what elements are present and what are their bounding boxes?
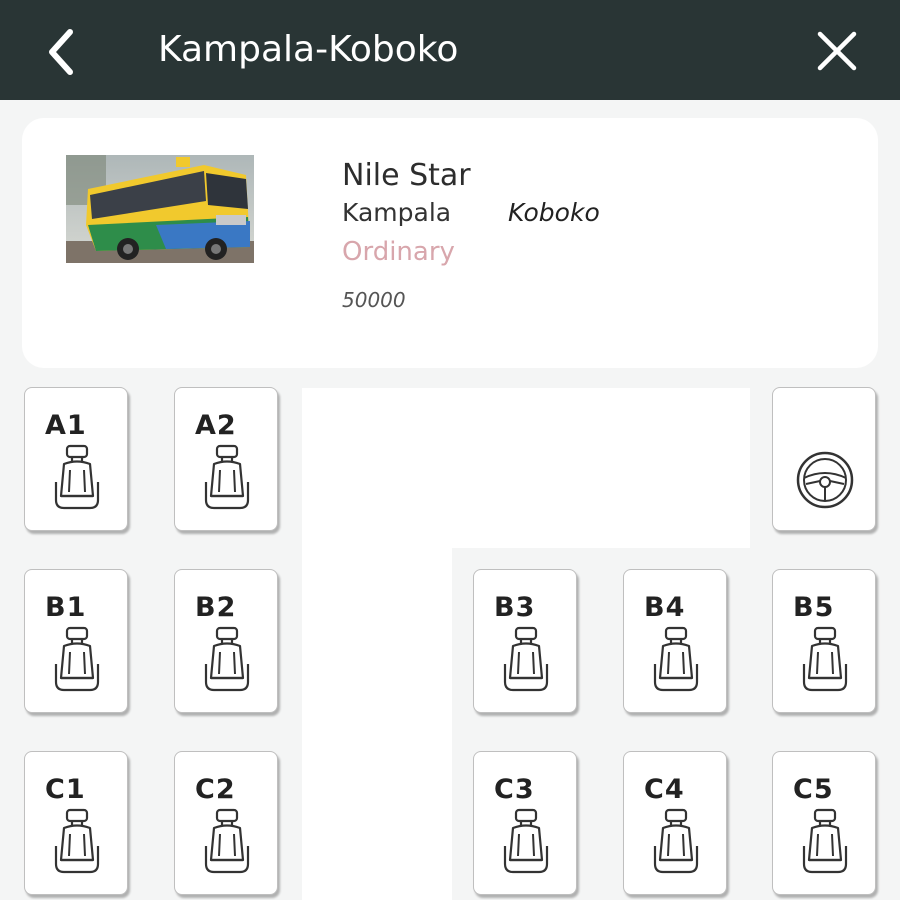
car-seat-icon — [802, 626, 848, 692]
operator-name: Nile Star — [342, 158, 471, 193]
car-seat-icon — [204, 808, 250, 874]
bus-info-card: Nile Star Kampala Koboko Ordinary 50000 — [22, 118, 878, 368]
ticket-price: 50000 — [342, 288, 406, 312]
seat-label: B2 — [195, 592, 237, 623]
seat-a1[interactable]: A1 — [24, 387, 128, 531]
seat-c5[interactable]: C5 — [772, 751, 876, 895]
bus-photo — [66, 155, 254, 263]
seat-label: B3 — [494, 592, 536, 623]
seat-b3[interactable]: B3 — [473, 569, 577, 713]
car-seat-icon — [54, 444, 100, 510]
seat-label: B4 — [644, 592, 686, 623]
bus-class: Ordinary — [342, 237, 455, 267]
aisle-area — [302, 548, 452, 900]
car-seat-icon — [503, 808, 549, 874]
seat-label: A1 — [45, 410, 87, 441]
seat-c2[interactable]: C2 — [174, 751, 278, 895]
car-seat-icon — [503, 626, 549, 692]
app-header: Kampala-Koboko — [0, 0, 900, 100]
seat-label: C5 — [793, 774, 834, 805]
car-seat-icon — [54, 808, 100, 874]
destination-city: Koboko — [508, 198, 600, 227]
page-title: Kampala-Koboko — [158, 29, 459, 70]
car-seat-icon — [802, 808, 848, 874]
seat-c3[interactable]: C3 — [473, 751, 577, 895]
seat-label: C1 — [45, 774, 86, 805]
driver-seat — [772, 387, 876, 531]
car-seat-icon — [653, 808, 699, 874]
seat-label: C3 — [494, 774, 535, 805]
car-seat-icon — [204, 626, 250, 692]
seat-c1[interactable]: C1 — [24, 751, 128, 895]
seat-b1[interactable]: B1 — [24, 569, 128, 713]
seat-label: A2 — [195, 410, 237, 441]
back-button[interactable] — [32, 22, 88, 78]
car-seat-icon — [653, 626, 699, 692]
seat-c4[interactable]: C4 — [623, 751, 727, 895]
seat-b4[interactable]: B4 — [623, 569, 727, 713]
seat-label: C2 — [195, 774, 236, 805]
seat-a2[interactable]: A2 — [174, 387, 278, 531]
origin-city: Kampala — [342, 198, 452, 227]
car-seat-icon — [204, 444, 250, 510]
seat-b2[interactable]: B2 — [174, 569, 278, 713]
seat-label: B1 — [45, 592, 87, 623]
close-button[interactable] — [808, 22, 866, 80]
seat-label: C4 — [644, 774, 685, 805]
chevron-left-icon — [49, 29, 73, 75]
car-seat-icon — [54, 626, 100, 692]
seat-label: B5 — [793, 592, 835, 623]
steering-wheel-icon — [796, 451, 854, 509]
close-icon — [817, 31, 857, 71]
seat-b5[interactable]: B5 — [772, 569, 876, 713]
aisle-area — [302, 388, 750, 548]
